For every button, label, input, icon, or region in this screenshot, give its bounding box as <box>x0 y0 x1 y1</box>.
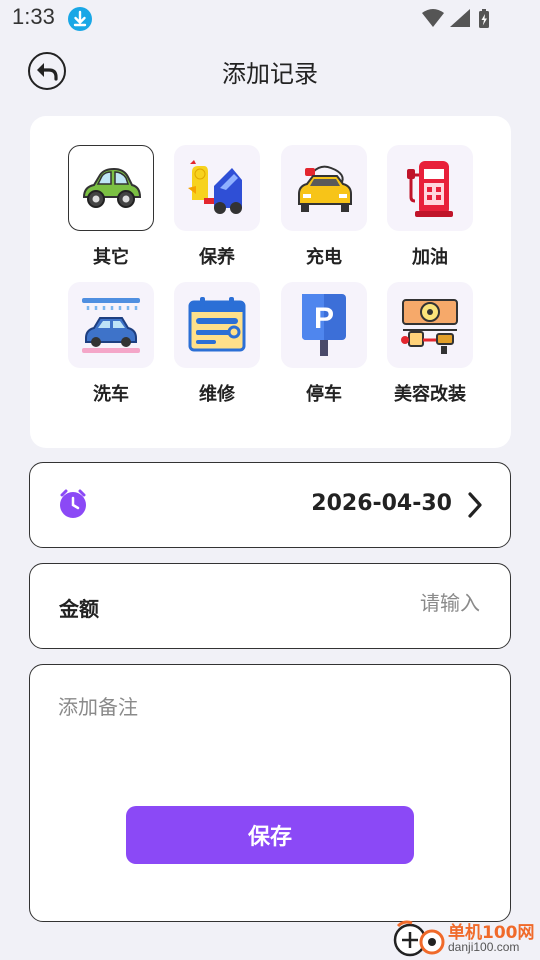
battery-icon <box>479 9 489 28</box>
date-picker-row[interactable]: 2026-04-30 <box>29 462 511 548</box>
category-label: 充电 <box>306 247 342 268</box>
amount-row: 金额 <box>29 563 511 649</box>
system-icons <box>420 6 500 36</box>
ev-charging-icon <box>281 145 367 231</box>
note-input[interactable] <box>58 691 478 791</box>
download-notification-icon <box>68 7 92 31</box>
status-time: 1:33 <box>12 4 55 29</box>
category-label: 保养 <box>199 247 235 268</box>
category-fuel[interactable]: 加油 <box>387 145 473 269</box>
amount-input[interactable] <box>280 591 480 615</box>
category-card: 其它 保养 充电 加油 洗车 维修 P 停车 美容改装 <box>30 116 511 448</box>
repair-tools-icon <box>174 282 260 368</box>
category-detailing[interactable]: 美容改装 <box>387 282 473 406</box>
watermark-logo-icon <box>393 920 445 957</box>
note-container: 保存 <box>29 664 511 922</box>
category-maintenance[interactable]: 保养 <box>174 145 260 269</box>
amount-label: 金额 <box>59 597 99 621</box>
chevron-right-icon <box>468 492 482 522</box>
fuel-pump-icon <box>387 145 473 231</box>
car-maintenance-icon <box>174 145 260 231</box>
category-label: 美容改装 <box>394 384 466 405</box>
category-charging[interactable]: 充电 <box>281 145 367 269</box>
status-bar: 1:33 <box>0 0 540 38</box>
car-detailing-icon <box>387 282 473 368</box>
category-other[interactable]: 其它 <box>68 145 154 269</box>
category-label: 加油 <box>412 247 448 268</box>
save-button[interactable]: 保存 <box>126 806 414 864</box>
category-label: 维修 <box>199 384 235 405</box>
car-wash-icon <box>68 282 154 368</box>
category-label: 停车 <box>306 384 342 405</box>
watermark-url: danji100.com <box>448 940 520 954</box>
clock-icon <box>58 489 88 519</box>
wifi-icon <box>422 9 444 27</box>
svg-text:P: P <box>314 302 334 335</box>
category-label: 其它 <box>93 247 129 268</box>
page-title: 添加记录 <box>222 60 318 88</box>
car-icon <box>68 145 154 231</box>
category-car-wash[interactable]: 洗车 <box>68 282 154 406</box>
category-parking[interactable]: P 停车 <box>281 282 367 406</box>
site-watermark: 单机100网 danji100.com <box>390 918 538 958</box>
category-repair[interactable]: 维修 <box>174 282 260 406</box>
signal-icon <box>450 9 470 27</box>
date-value: 2026-04-30 <box>311 491 452 516</box>
category-label: 洗车 <box>93 384 129 405</box>
parking-sign-icon: P <box>281 282 367 368</box>
